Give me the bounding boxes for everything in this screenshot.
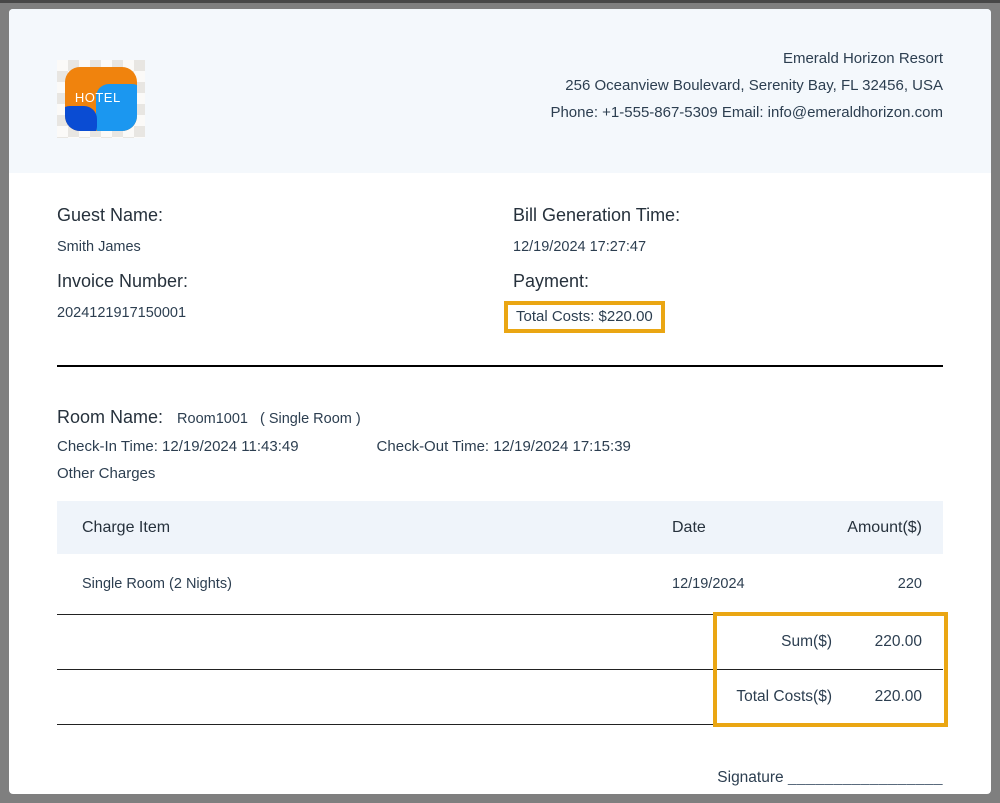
stay-section: Room Name: Room1001 ( Single Room ) Chec… xyxy=(57,405,943,484)
payment-label: Payment: xyxy=(513,269,943,293)
bill-time-value: 12/19/2024 17:27:47 xyxy=(513,237,943,257)
signature-line: _________________ xyxy=(788,769,943,786)
invoice-number-value: 2024121917150001 xyxy=(57,303,513,323)
invoice-page: HOTEL Emerald Horizon Resort 256 Oceanvi… xyxy=(9,9,991,794)
invoice-info-section: Guest Name: Smith James Invoice Number: … xyxy=(57,203,943,333)
charge-date-cell: 12/19/2024 xyxy=(672,576,822,592)
logo-text: HOTEL xyxy=(65,90,131,105)
totals-rows: Sum($) 220.00 Total Costs($) 220.00 xyxy=(57,614,943,725)
window-frame-edge xyxy=(0,0,1000,3)
room-type-value: ( Single Room ) xyxy=(260,411,361,427)
charge-amount-cell: 220 xyxy=(822,576,922,592)
col-header-charge-item: Charge Item xyxy=(82,519,672,537)
guest-name-value: Smith James xyxy=(57,237,513,257)
total-costs-label: Total Costs($) xyxy=(736,688,832,706)
room-name-value: Room1001 xyxy=(177,411,248,427)
total-costs-row: Total Costs($) 220.00 xyxy=(57,669,943,724)
sum-value: 220.00 xyxy=(854,633,922,651)
hotel-address: 256 Oceanview Boulevard, Serenity Bay, F… xyxy=(550,72,943,99)
room-name-label: Room Name: xyxy=(57,405,163,429)
charge-item-cell: Single Room (2 Nights) xyxy=(82,576,672,592)
invoice-number-label: Invoice Number: xyxy=(57,269,513,293)
guest-column: Guest Name: Smith James Invoice Number: … xyxy=(57,203,513,333)
payment-total-highlight: Total Costs: $220.00 xyxy=(504,301,665,333)
other-charges-title: Other Charges xyxy=(57,464,943,484)
table-row: Single Room (2 Nights) 12/19/2024 220 xyxy=(57,554,943,614)
hotel-logo: HOTEL xyxy=(57,60,145,138)
col-header-amount: Amount($) xyxy=(822,519,922,537)
charges-table: Charge Item Date Amount($) Single Room (… xyxy=(57,501,943,725)
signature-label: Signature xyxy=(717,769,783,786)
header-band: HOTEL Emerald Horizon Resort 256 Oceanvi… xyxy=(9,9,991,173)
check-in-time: Check-In Time: 12/19/2024 11:43:49 xyxy=(57,437,299,457)
total-costs-value: 220.00 xyxy=(854,688,922,706)
hotel-phone-email: Phone: +1-555-867-5309 Email: info@emera… xyxy=(550,99,943,126)
sum-label: Sum($) xyxy=(781,633,832,651)
room-name-line: Room Name: Room1001 ( Single Room ) xyxy=(57,405,943,429)
bill-time-label: Bill Generation Time: xyxy=(513,203,943,227)
signature-area: Signature _________________ xyxy=(57,769,943,787)
charges-table-header: Charge Item Date Amount($) xyxy=(57,501,943,554)
check-out-time: Check-Out Time: 12/19/2024 17:15:39 xyxy=(377,437,631,457)
billing-column: Bill Generation Time: 12/19/2024 17:27:4… xyxy=(513,203,943,333)
sum-row: Sum($) 220.00 xyxy=(57,614,943,669)
hotel-contact-block: Emerald Horizon Resort 256 Oceanview Bou… xyxy=(550,9,943,173)
col-header-date: Date xyxy=(672,519,822,537)
logo-darkblue-shape xyxy=(65,106,97,131)
hotel-logo-icon: HOTEL xyxy=(65,67,137,131)
hotel-name: Emerald Horizon Resort xyxy=(550,45,943,72)
guest-name-label: Guest Name: xyxy=(57,203,513,227)
bill-window: HOTEL Emerald Horizon Resort 256 Oceanvi… xyxy=(0,0,1000,803)
section-divider xyxy=(57,365,943,367)
check-times-line: Check-In Time: 12/19/2024 11:43:49 Check… xyxy=(57,437,943,457)
